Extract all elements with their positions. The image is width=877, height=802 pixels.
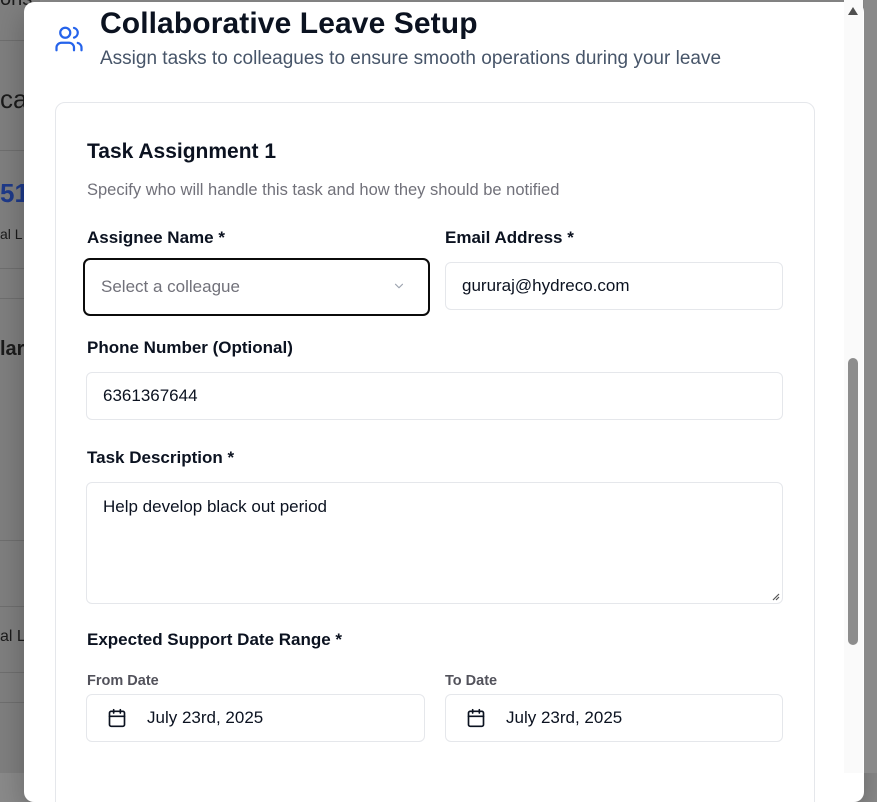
email-field[interactable]: gururaj@hydreco.com (445, 262, 783, 310)
from-date-picker[interactable]: July 23rd, 2025 (86, 694, 425, 742)
description-label: Task Description * (87, 448, 235, 467)
task-assignment-card: Task Assignment 1 Specify who will handl… (55, 102, 815, 802)
assignee-placeholder: Select a colleague (101, 277, 240, 296)
date-range-label: Expected Support Date Range * (87, 630, 343, 649)
description-textarea[interactable]: Help develop black out period (86, 482, 783, 604)
phone-label: Phone Number (Optional) (87, 338, 293, 357)
background-edge (864, 0, 877, 773)
scroll-up-arrow-icon[interactable] (847, 6, 859, 16)
assignee-select[interactable]: Select a colleague (83, 258, 430, 316)
calendar-icon (467, 708, 485, 728)
description-value: Help develop black out period (103, 497, 327, 516)
chevron-down-icon (394, 283, 404, 289)
phone-field[interactable]: 6361367644 (86, 372, 783, 420)
calendar-icon (108, 708, 126, 728)
dialog-subtitle: Assign tasks to colleagues to ensure smo… (100, 48, 722, 69)
collaborative-leave-dialog: Collaborative Leave Setup Assign tasks t… (24, 2, 864, 802)
background-fragment: lar (0, 338, 25, 360)
from-date-label: From Date (87, 673, 159, 689)
email-label: Email Address * (445, 228, 574, 247)
background-fragment: al L (0, 226, 23, 242)
email-value: gururaj@hydreco.com (462, 276, 630, 295)
phone-value: 6361367644 (103, 386, 198, 405)
scrollbar-thumb[interactable] (848, 358, 858, 645)
from-date-value: July 23rd, 2025 (147, 708, 264, 727)
users-icon (55, 26, 83, 52)
resize-handle-icon[interactable] (770, 591, 780, 601)
assignee-label: Assignee Name * (87, 228, 225, 247)
to-date-label: To Date (445, 673, 498, 689)
background-fragment: al L (0, 628, 26, 645)
task-subtitle: Specify who will handle this task and ho… (87, 181, 560, 199)
task-title: Task Assignment 1 (87, 140, 277, 163)
to-date-value: July 23rd, 2025 (506, 708, 623, 727)
dialog-title: Collaborative Leave Setup (100, 7, 478, 40)
to-date-picker[interactable]: July 23rd, 2025 (445, 694, 783, 742)
